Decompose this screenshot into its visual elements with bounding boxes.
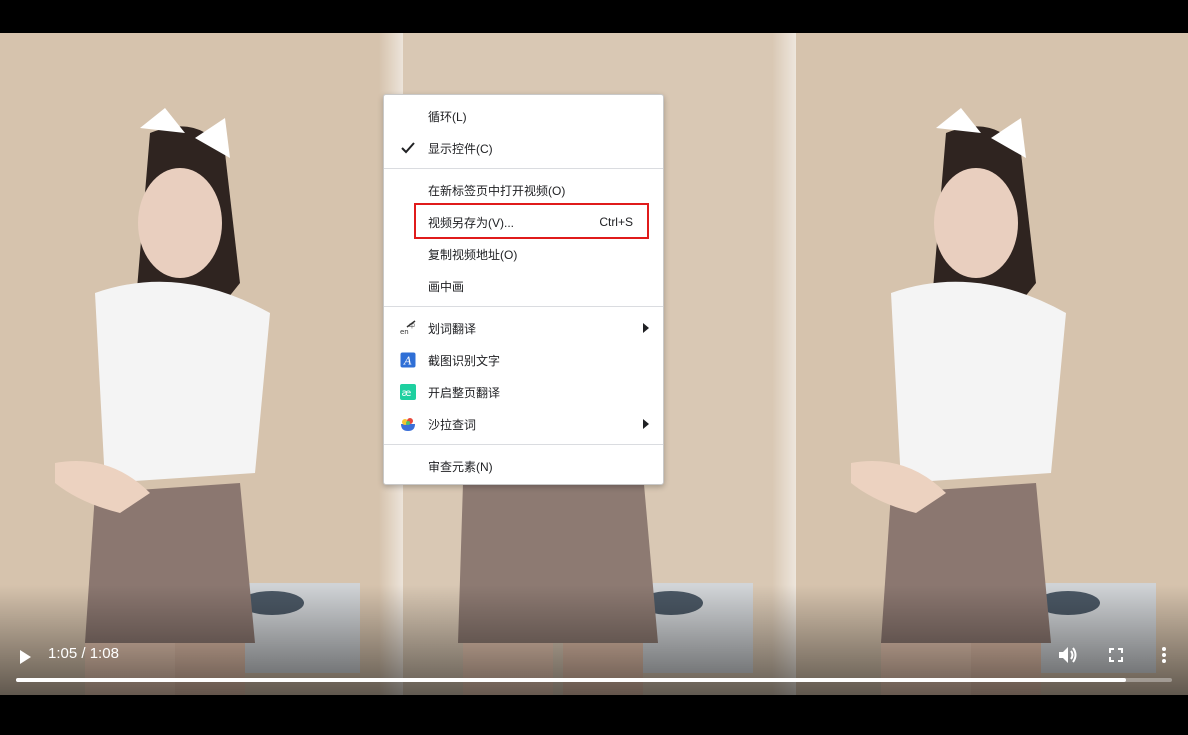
menu-item-label: 在新标签页中打开视频(O) <box>428 183 566 198</box>
menu-item-label: 审查元素(N) <box>428 459 493 474</box>
menu-item-screenshot-ocr[interactable]: A 截图识别文字 <box>384 344 663 376</box>
menu-item-save-video-as[interactable]: 视频另存为(V)... Ctrl+S <box>384 206 663 238</box>
menu-item-copy-video-address[interactable]: 复制视频地址(O) <box>384 238 663 270</box>
play-button[interactable] <box>12 644 38 670</box>
menu-item-show-controls[interactable]: 显示控件(C) <box>384 132 663 164</box>
checkmark-icon <box>400 140 416 156</box>
menu-item-loop[interactable]: 循环(L) <box>384 100 663 132</box>
menu-item-saladict[interactable]: 沙拉查词 <box>384 408 663 440</box>
svg-text:A: A <box>403 355 412 368</box>
svg-text:en: en <box>400 328 409 336</box>
time-display: 1:05 / 1:08 <box>48 644 119 664</box>
shortcut-label: Ctrl+S <box>599 215 633 229</box>
submenu-arrow-icon <box>643 419 649 429</box>
menu-item-inspect[interactable]: 审查元素(N) <box>384 450 663 482</box>
svg-text:æ: æ <box>402 388 412 399</box>
play-icon <box>20 650 31 664</box>
duration: 1:08 <box>89 645 119 662</box>
time-separator: / <box>81 645 86 662</box>
menu-item-label: 复制视频地址(O) <box>428 247 518 262</box>
menu-item-page-translate[interactable]: æ 开启整页翻译 <box>384 376 663 408</box>
progress-bar[interactable] <box>16 678 1172 682</box>
fullscreen-icon <box>1109 648 1123 662</box>
menu-item-picture-in-picture[interactable]: 画中画 <box>384 270 663 302</box>
submenu-arrow-icon <box>643 323 649 333</box>
page-translate-icon: æ <box>400 384 416 400</box>
menu-separator <box>384 444 663 445</box>
volume-icon <box>1059 647 1077 663</box>
fullscreen-button[interactable] <box>1103 642 1129 668</box>
menu-item-label: 沙拉查词 <box>428 417 477 432</box>
menu-item-label: 开启整页翻译 <box>428 385 501 400</box>
menu-item-label: 划词翻译 <box>428 321 477 336</box>
volume-button[interactable] <box>1055 642 1081 668</box>
more-options-button[interactable] <box>1151 642 1177 668</box>
menu-item-label: 画中画 <box>428 279 465 294</box>
menu-item-open-video-new-tab[interactable]: 在新标签页中打开视频(O) <box>384 174 663 206</box>
svg-text:中: 中 <box>409 322 415 330</box>
menu-separator <box>384 168 663 169</box>
menu-item-word-translate[interactable]: en 中 划词翻译 <box>384 312 663 344</box>
player-controls: 1:05 / 1:08 <box>0 640 1188 695</box>
progress-bar-played <box>16 678 1126 682</box>
menu-item-label: 视频另存为(V)... <box>428 215 514 230</box>
menu-separator <box>384 306 663 307</box>
more-vert-icon <box>1162 647 1166 663</box>
context-menu: 循环(L) 显示控件(C) 在新标签页中打开视频(O) 视频另存为(V)... … <box>383 94 664 485</box>
current-time: 1:05 <box>48 645 78 662</box>
menu-item-label: 显示控件(C) <box>428 141 493 156</box>
menu-item-label: 循环(L) <box>428 109 467 124</box>
saladict-icon <box>400 416 416 432</box>
ocr-icon: A <box>400 352 416 368</box>
menu-item-label: 截图识别文字 <box>428 353 501 368</box>
translate-icon: en 中 <box>400 320 416 336</box>
